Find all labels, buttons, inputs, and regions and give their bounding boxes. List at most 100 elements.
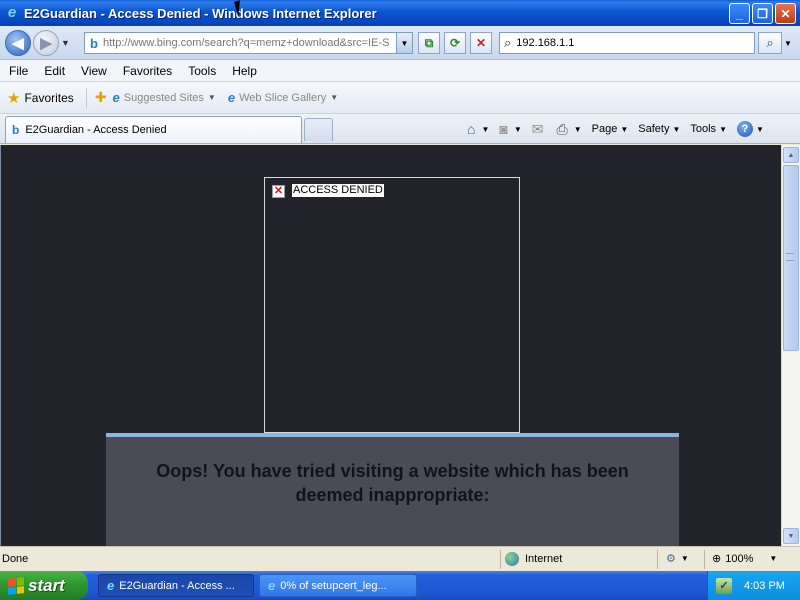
favorites-star-icon: ★ bbox=[7, 89, 21, 107]
ie-icon: e bbox=[107, 578, 115, 593]
address-dropdown-button[interactable]: ▼ bbox=[396, 33, 412, 53]
menu-view[interactable]: View bbox=[73, 64, 115, 78]
taskbar-button-e2guardian[interactable]: e E2Guardian - Access ... bbox=[98, 574, 254, 597]
printer-icon: ⎙ bbox=[556, 120, 568, 137]
page-content: ✕ ACCESS DENIED Oops! You have tried vis… bbox=[0, 145, 781, 546]
search-options-dropdown[interactable]: ▼ bbox=[784, 39, 792, 48]
bing-icon: b bbox=[90, 35, 98, 51]
ie-icon: e bbox=[112, 90, 120, 105]
minimize-button[interactable]: _ bbox=[729, 3, 750, 24]
tray-network-icon[interactable]: ✓ bbox=[716, 577, 732, 594]
suggested-sites-label: Suggested Sites bbox=[123, 91, 204, 104]
chevron-down-icon: ▼ bbox=[207, 93, 216, 102]
start-label: start bbox=[28, 575, 65, 595]
page-menu-label: Page bbox=[591, 123, 618, 135]
compatibility-view-button[interactable]: ⧉ bbox=[418, 32, 440, 54]
new-tab-button[interactable] bbox=[304, 118, 333, 141]
favorites-bar: ★ Favorites ✚ e Suggested Sites ▼ e Web … bbox=[0, 82, 800, 114]
chevron-down-icon: ▼ bbox=[330, 93, 339, 102]
search-field[interactable]: ⌕ 192.168.1.1 bbox=[499, 32, 755, 54]
vertical-scrollbar[interactable]: ▲ ▼ bbox=[781, 145, 800, 546]
tools-menu[interactable]: Tools ▼ bbox=[690, 123, 727, 135]
suggested-sites-button[interactable]: e Suggested Sites ▼ bbox=[113, 90, 216, 105]
web-slice-gallery-label: Web Slice Gallery bbox=[239, 91, 327, 104]
search-button[interactable]: ⌕ bbox=[758, 32, 782, 54]
menu-bar: File Edit View Favorites Tools Help bbox=[0, 60, 800, 82]
zoom-level: 100% bbox=[725, 552, 754, 565]
help-icon: ? bbox=[736, 121, 753, 137]
ie-logo-icon: e bbox=[7, 4, 17, 21]
back-button[interactable]: ◀ bbox=[5, 30, 31, 56]
security-zone[interactable]: Internet bbox=[505, 552, 562, 566]
tab-label: E2Guardian - Access Denied bbox=[25, 124, 167, 136]
menu-file[interactable]: File bbox=[0, 64, 36, 78]
taskbar: start e E2Guardian - Access ... e 0% of … bbox=[0, 571, 800, 600]
chevron-down-icon: ▼ bbox=[672, 124, 681, 134]
taskbar-button-label: E2Guardian - Access ... bbox=[119, 579, 235, 592]
system-tray: ✓ 4:03 PM bbox=[707, 571, 800, 600]
menu-tools[interactable]: Tools bbox=[180, 64, 224, 78]
chevron-down-icon: ▼ bbox=[573, 124, 582, 134]
forward-button[interactable]: ▶ bbox=[33, 30, 59, 56]
close-button[interactable]: ✕ bbox=[775, 3, 796, 24]
protected-mode-button[interactable]: ⚙ ▼ bbox=[666, 552, 689, 565]
taskbar-button-label: 0% of setupcert_leg... bbox=[280, 579, 387, 592]
chevron-down-icon: ▼ bbox=[719, 124, 727, 134]
page-menu[interactable]: Page ▼ bbox=[592, 123, 629, 135]
chevron-down-icon: ▼ bbox=[769, 554, 778, 563]
status-bar: Done Internet ⚙ ▼ ⊕ 100% ▼ bbox=[0, 546, 800, 571]
print-button[interactable]: ⎙ ▼ bbox=[557, 121, 582, 138]
tab-e2guardian[interactable]: b E2Guardian - Access Denied bbox=[5, 116, 302, 143]
help-button[interactable]: ? ▼ bbox=[736, 121, 764, 137]
maximize-button[interactable]: ❐ bbox=[752, 3, 773, 24]
status-text: Done bbox=[2, 553, 29, 565]
recent-pages-dropdown[interactable]: ▼ bbox=[61, 38, 70, 48]
zone-label: Internet bbox=[525, 553, 563, 565]
address-field[interactable]: b http://www.bing.com/search?q=memz+down… bbox=[84, 32, 413, 54]
clock[interactable]: 4:03 PM bbox=[744, 580, 785, 592]
denied-message: Oops! You have tried visiting a website … bbox=[156, 461, 629, 505]
refresh-button[interactable]: ⟳ bbox=[444, 32, 466, 54]
chevron-down-icon: ▼ bbox=[513, 124, 522, 134]
favorites-button[interactable]: Favorites bbox=[24, 91, 73, 105]
safety-menu-label: Safety bbox=[638, 123, 670, 135]
divider bbox=[500, 550, 501, 569]
search-value[interactable]: 192.168.1.1 bbox=[516, 37, 574, 49]
menu-edit[interactable]: Edit bbox=[36, 64, 73, 78]
address-toolbar: ◀ ▶ ▼ b http://www.bing.com/search?q=mem… bbox=[0, 26, 800, 60]
rss-icon: ◙ bbox=[499, 121, 508, 137]
chevron-down-icon: ▼ bbox=[620, 124, 629, 134]
window-controls: _ ❐ ✕ bbox=[729, 3, 796, 24]
read-mail-button[interactable]: ✉ bbox=[532, 121, 547, 138]
zoom-button[interactable]: ⊕ 100% ▼ bbox=[712, 552, 778, 566]
scroll-down-button[interactable]: ▼ bbox=[783, 528, 799, 544]
command-bar: ⌂ ▼ ◙ ▼ ✉ ⎙ ▼ Page ▼ Safety ▼ Tools ▼ ? ▼ bbox=[467, 118, 774, 140]
taskbar-button-download[interactable]: e 0% of setupcert_leg... bbox=[259, 574, 417, 597]
mail-icon: ✉ bbox=[531, 120, 544, 137]
broken-image: ✕ ACCESS DENIED bbox=[264, 177, 520, 433]
window-titlebar[interactable]: e E2Guardian - Access Denied - Windows I… bbox=[0, 0, 800, 26]
tab-row: b E2Guardian - Access Denied ⌂ ▼ ◙ ▼ ✉ ⎙ ▼ … bbox=[0, 114, 800, 144]
broken-image-icon: ✕ bbox=[272, 185, 285, 198]
globe-icon bbox=[505, 552, 519, 566]
menu-help[interactable]: Help bbox=[224, 64, 265, 78]
chevron-down-icon: ▼ bbox=[755, 124, 764, 134]
web-slice-gallery-button[interactable]: e Web Slice Gallery ▼ bbox=[228, 90, 338, 105]
windows-flag-icon bbox=[8, 576, 24, 595]
start-button[interactable]: start bbox=[0, 571, 88, 600]
add-to-favorites-icon[interactable]: ✚ bbox=[95, 89, 107, 106]
home-button[interactable]: ⌂ ▼ bbox=[467, 121, 489, 137]
protected-mode-icon: ⚙ bbox=[666, 553, 676, 565]
feeds-button[interactable]: ◙ ▼ bbox=[499, 121, 521, 137]
scroll-up-button[interactable]: ▲ bbox=[783, 147, 799, 163]
tools-menu-label: Tools bbox=[690, 123, 717, 135]
menu-favorites[interactable]: Favorites bbox=[115, 64, 180, 78]
url-text[interactable]: http://www.bing.com/search?q=memz+downlo… bbox=[103, 37, 395, 49]
chevron-down-icon: ▼ bbox=[481, 124, 490, 134]
divider bbox=[704, 550, 705, 569]
bing-icon: b bbox=[12, 123, 20, 137]
ie-icon: e bbox=[268, 578, 276, 593]
safety-menu[interactable]: Safety ▼ bbox=[638, 123, 680, 135]
stop-button[interactable]: ✕ bbox=[470, 32, 492, 54]
home-icon: ⌂ bbox=[467, 121, 476, 137]
